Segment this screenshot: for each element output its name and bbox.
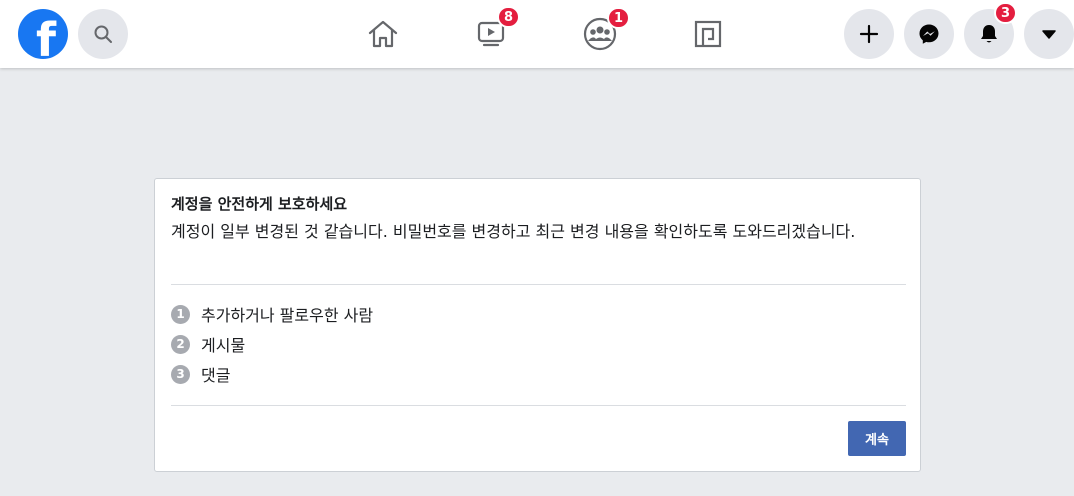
plus-icon <box>859 24 879 44</box>
review-item-label: 댓글 <box>201 366 231 385</box>
card-description: 계정이 일부 변경된 것 같습니다. 비밀번호를 변경하고 최근 변경 내용을 … <box>171 222 856 241</box>
step-number: 3 <box>171 364 190 384</box>
groups-badge: 1 <box>607 7 631 29</box>
divider <box>171 405 906 406</box>
review-item-posts: 2 게시물 <box>171 333 245 355</box>
divider <box>171 284 906 285</box>
search-icon <box>94 25 112 43</box>
account-menu-button[interactable] <box>1024 9 1074 59</box>
nav-groups[interactable]: 1 <box>575 7 631 59</box>
nav-gaming[interactable] <box>683 9 733 59</box>
messenger-icon <box>919 24 939 44</box>
review-item-people: 1 추가하거나 팔로우한 사람 <box>171 303 373 325</box>
facebook-logo[interactable]: f <box>18 9 68 59</box>
nav-home[interactable] <box>358 9 408 59</box>
create-button[interactable] <box>844 9 894 59</box>
continue-button[interactable]: 계속 <box>848 421 906 456</box>
messenger-button[interactable] <box>904 9 954 59</box>
top-navigation-bar: f 8 1 3 <box>0 0 1074 68</box>
home-icon <box>368 20 398 48</box>
gaming-icon <box>694 20 722 48</box>
step-number: 1 <box>171 304 190 324</box>
notifications-badge: 3 <box>994 2 1018 24</box>
notifications-button[interactable]: 3 <box>964 2 1018 59</box>
review-item-label: 추가하거나 팔로우한 사람 <box>201 306 374 325</box>
step-number: 2 <box>171 334 190 354</box>
card-title: 계정을 안전하게 보호하세요 <box>171 195 348 213</box>
review-item-label: 게시물 <box>201 336 246 355</box>
caret-down-icon <box>1042 30 1056 39</box>
review-item-comments: 3 댓글 <box>171 363 230 385</box>
search-button[interactable] <box>78 9 128 59</box>
nav-watch[interactable]: 8 <box>466 6 521 59</box>
logo-letter: f <box>35 13 56 59</box>
secure-account-card: 계정을 안전하게 보호하세요 계정이 일부 변경된 것 같습니다. 비밀번호를 … <box>154 178 921 472</box>
watch-badge: 8 <box>497 6 521 28</box>
bell-icon <box>981 25 997 43</box>
